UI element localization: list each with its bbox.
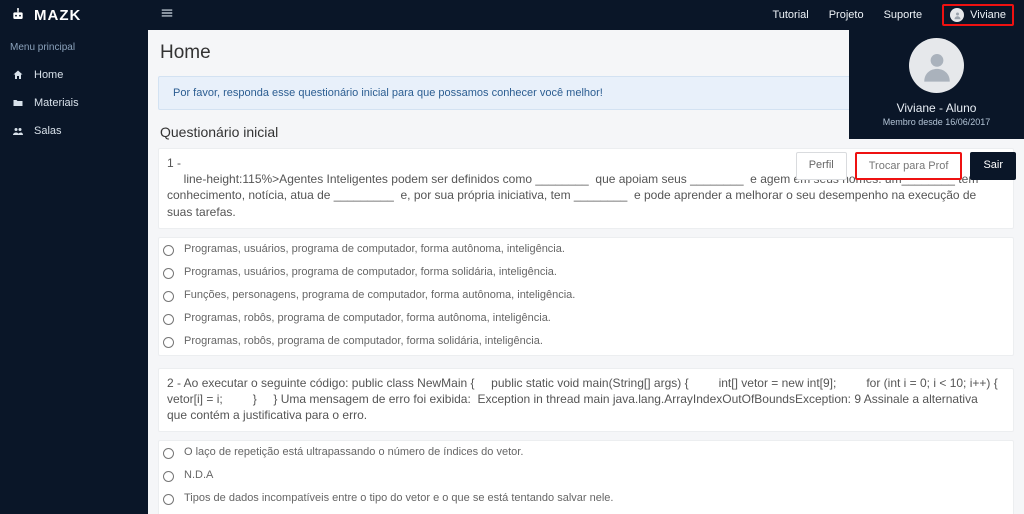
option-row[interactable]: O laço de repetição está ultrapassando o… <box>163 441 1009 464</box>
avatar <box>909 38 964 93</box>
option-label: O laço de repetição está ultrapassando o… <box>184 446 523 458</box>
users-icon <box>12 125 24 137</box>
home-icon <box>12 69 24 81</box>
sidebar-item-materiais[interactable]: Materiais <box>0 89 148 117</box>
option-radio[interactable] <box>163 471 174 482</box>
sidebar-item-label: Materiais <box>34 97 79 109</box>
avatar <box>950 8 964 22</box>
option-radio[interactable] <box>163 337 174 348</box>
option-row[interactable]: Programas, robôs, programa de computador… <box>163 307 1009 330</box>
option-label: N.D.A <box>184 469 213 481</box>
option-row[interactable]: Programas, usuários, programa de computa… <box>163 261 1009 284</box>
option-label: Programas, usuários, programa de computa… <box>184 243 565 255</box>
sidebar-item-home[interactable]: Home <box>0 61 148 89</box>
top-links: Tutorial Projeto Suporte Viviane <box>772 4 1014 26</box>
hamburger-icon <box>160 6 174 20</box>
option-row[interactable]: Funções, personagens, programa de comput… <box>163 284 1009 307</box>
question-card: 2 - Ao executar o seguinte código: publi… <box>158 368 1014 433</box>
panel-user-name: Viviane - Aluno <box>857 101 1016 115</box>
panel-buttons: Perfil Trocar para Prof Sair <box>796 152 1016 180</box>
option-row[interactable]: Tipos de dados incompatíveis entre o tip… <box>163 487 1009 510</box>
option-radio[interactable] <box>163 494 174 505</box>
brand: MAZK <box>0 0 148 30</box>
user-menu-toggle[interactable]: Viviane <box>942 4 1014 26</box>
option-label: Tipos de dados incompatíveis entre o tip… <box>184 492 613 504</box>
option-radio[interactable] <box>163 448 174 459</box>
options-card: O laço de repetição está ultrapassando o… <box>158 440 1014 514</box>
option-row[interactable]: A declaração do vetor está incorreta. <box>163 510 1009 514</box>
sidebar: MAZK Menu principal Home Materiais Salas <box>0 0 148 514</box>
option-radio[interactable] <box>163 314 174 325</box>
sidebar-item-label: Home <box>34 69 63 81</box>
option-row[interactable]: Programas, robôs, programa de computador… <box>163 330 1009 353</box>
option-row[interactable]: N.D.A <box>163 464 1009 487</box>
option-row[interactable]: Programas, usuários, programa de computa… <box>163 238 1009 261</box>
perfil-button[interactable]: Perfil <box>796 152 847 180</box>
option-radio[interactable] <box>163 268 174 279</box>
option-label: Programas, usuários, programa de computa… <box>184 266 557 278</box>
folder-icon <box>12 97 24 109</box>
user-icon <box>920 49 954 83</box>
robot-icon <box>10 7 26 23</box>
option-label: Funções, personagens, programa de comput… <box>184 289 575 301</box>
sidebar-item-salas[interactable]: Salas <box>0 117 148 145</box>
options-card: Programas, usuários, programa de computa… <box>158 237 1014 356</box>
link-suporte[interactable]: Suporte <box>884 9 923 21</box>
swap-role-button[interactable]: Trocar para Prof <box>855 152 963 180</box>
sidebar-item-label: Salas <box>34 125 62 137</box>
option-radio[interactable] <box>163 291 174 302</box>
brand-text: MAZK <box>34 7 81 24</box>
question-text: 2 - Ao executar o seguinte código: publi… <box>167 375 1001 424</box>
logout-button[interactable]: Sair <box>970 152 1016 180</box>
link-projeto[interactable]: Projeto <box>829 9 864 21</box>
panel-user-sub: Membro desde 16/06/2017 <box>857 117 1016 127</box>
user-panel: Viviane - Aluno Membro desde 16/06/2017 <box>849 30 1024 139</box>
toggle-sidebar-button[interactable] <box>160 6 174 25</box>
option-label: Programas, robôs, programa de computador… <box>184 312 551 324</box>
option-label: Programas, robôs, programa de computador… <box>184 335 543 347</box>
link-tutorial[interactable]: Tutorial <box>772 9 808 21</box>
user-icon <box>953 11 962 20</box>
user-chip-label: Viviane <box>970 9 1006 21</box>
option-radio[interactable] <box>163 245 174 256</box>
topbar: Tutorial Projeto Suporte Viviane <box>148 0 1024 30</box>
menu-title: Menu principal <box>0 30 148 61</box>
